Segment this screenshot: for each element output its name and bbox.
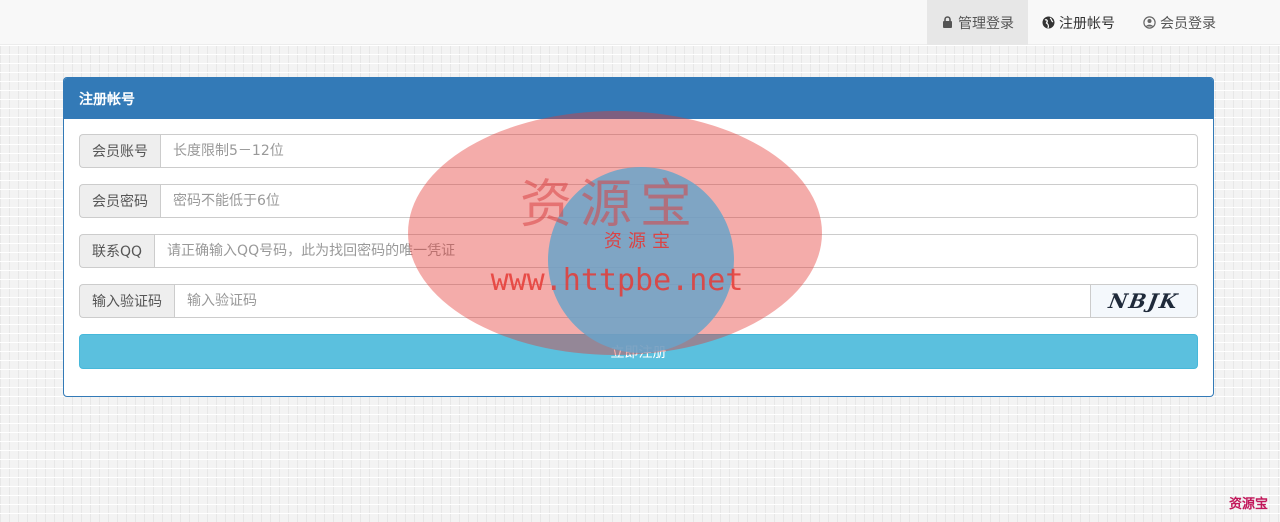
- nav-item-admin-login[interactable]: 管理登录: [927, 0, 1028, 45]
- captcha-text: NBJK: [1106, 289, 1182, 313]
- register-form: 会员账号 会员密码 联系QQ 输入验证码 NBJK 立即注册: [64, 119, 1213, 369]
- nav-item-label: 管理登录: [958, 15, 1014, 32]
- username-label: 会员账号: [79, 134, 160, 168]
- nav-item-label: 注册帐号: [1059, 15, 1115, 32]
- username-input[interactable]: [160, 134, 1198, 168]
- top-navbar: 管理登录 注册帐号 会员登录: [0, 0, 1280, 45]
- username-group: 会员账号: [79, 134, 1198, 168]
- qq-label: 联系QQ: [79, 234, 155, 268]
- captcha-label: 输入验证码: [79, 284, 174, 318]
- captcha-input[interactable]: [174, 284, 1091, 318]
- qq-group: 联系QQ: [79, 234, 1198, 268]
- captcha-group: 输入验证码 NBJK: [79, 284, 1198, 318]
- panel-title: 注册帐号: [64, 78, 1213, 119]
- user-circle-icon: [1143, 16, 1156, 29]
- password-group: 会员密码: [79, 184, 1198, 218]
- register-submit-button[interactable]: 立即注册: [79, 334, 1198, 369]
- qq-input[interactable]: [154, 234, 1198, 268]
- nav-item-register[interactable]: 注册帐号: [1028, 0, 1129, 45]
- corner-watermark: 资源宝: [1228, 497, 1268, 512]
- password-label: 会员密码: [79, 184, 160, 218]
- nav-item-member-login[interactable]: 会员登录: [1129, 0, 1230, 45]
- globe-icon: [1042, 16, 1055, 29]
- register-panel: 注册帐号 会员账号 会员密码 联系QQ 输入验证码 NBJK 立即注册: [63, 77, 1214, 397]
- captcha-image[interactable]: NBJK: [1091, 284, 1198, 318]
- nav-menu: 管理登录 注册帐号 会员登录: [927, 0, 1230, 45]
- password-input[interactable]: [160, 184, 1198, 218]
- lock-icon: [941, 16, 954, 29]
- nav-item-label: 会员登录: [1160, 15, 1216, 32]
